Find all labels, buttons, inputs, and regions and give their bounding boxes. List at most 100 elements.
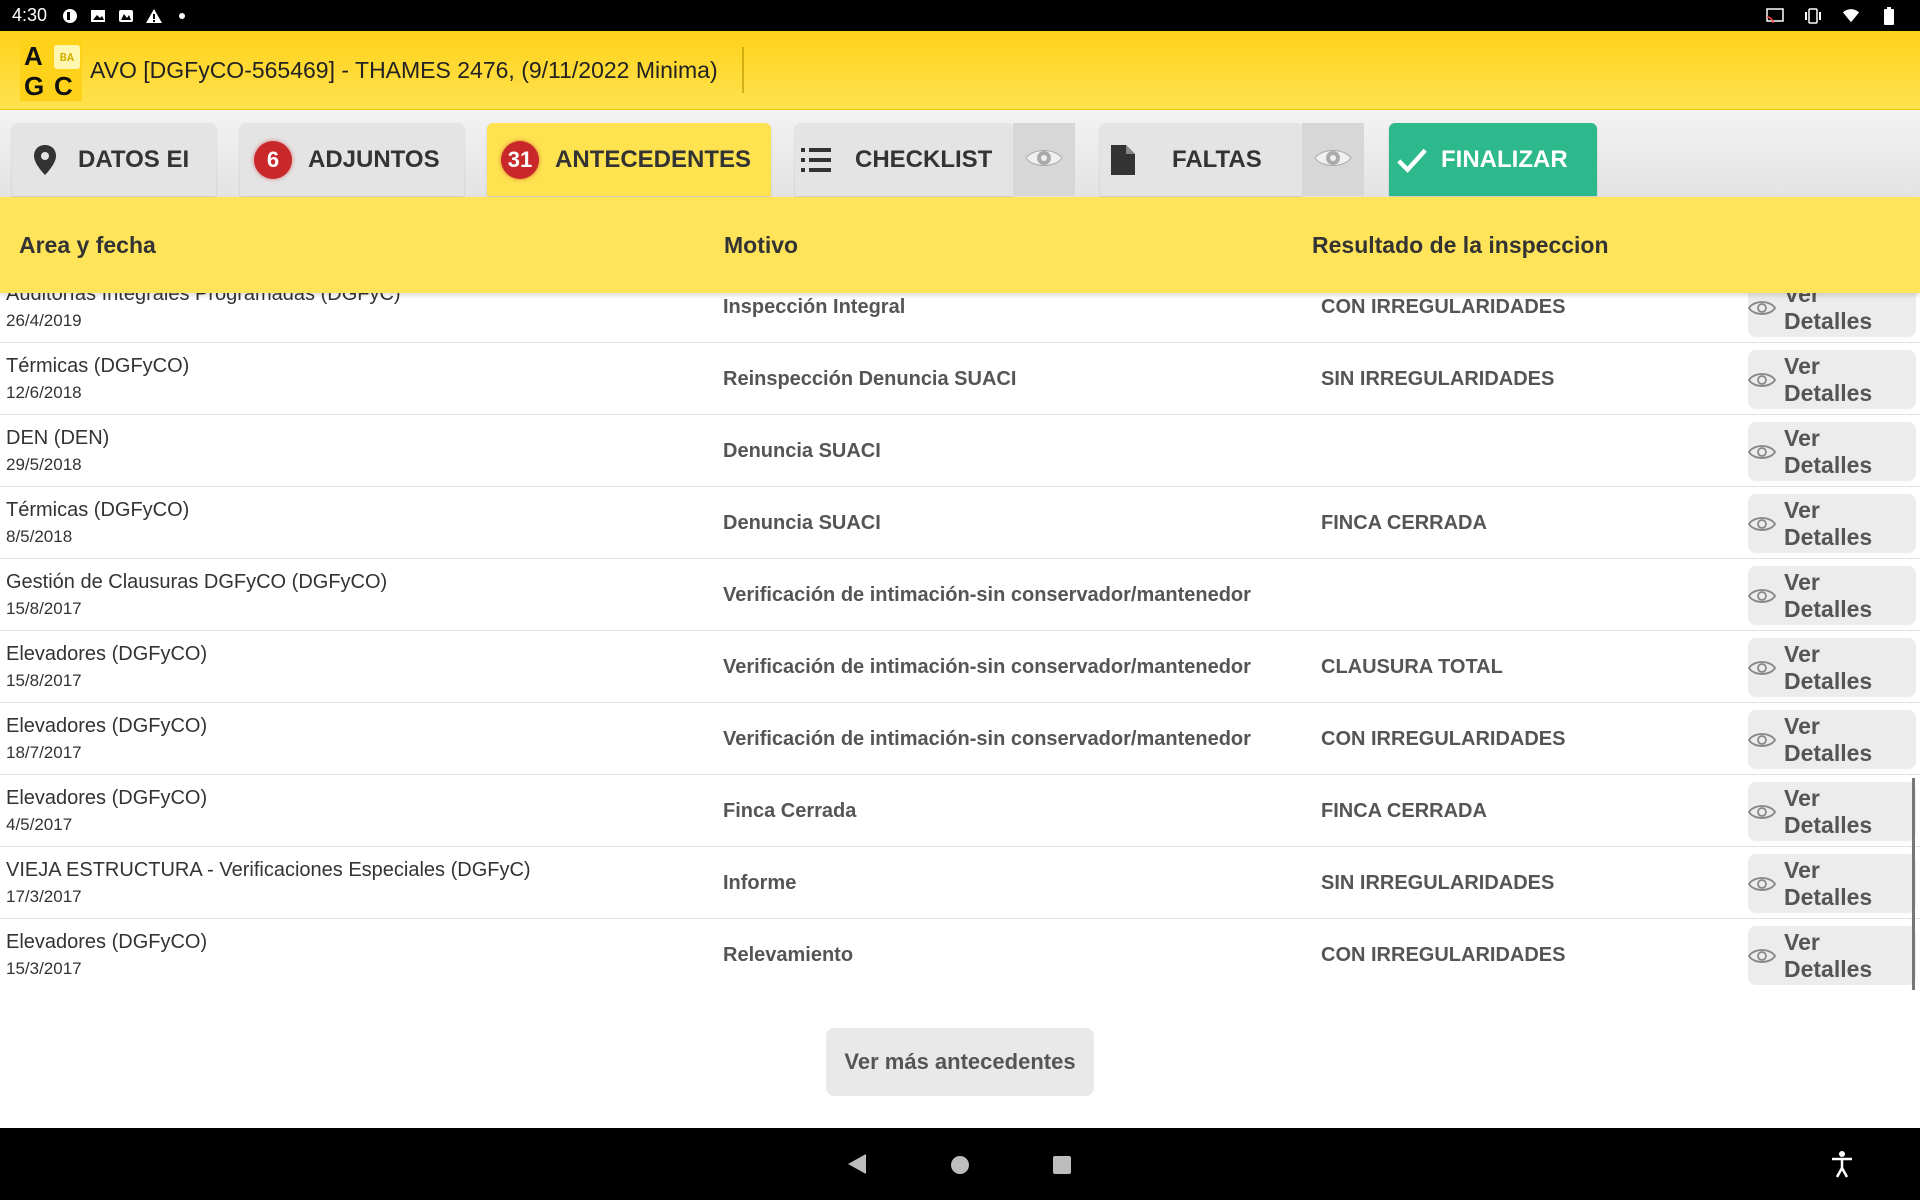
row-motivo: Reinspección Denuncia SUACI xyxy=(723,368,1017,390)
table-row: Auditorías Integrales Programadas (DGFyC… xyxy=(0,293,1920,343)
row-area: Auditorías Integrales Programadas (DGFyC… xyxy=(6,293,401,305)
header-resultado: Resultado de la inspeccion xyxy=(1312,231,1609,258)
tab-datos-ei-label: DATOS EI xyxy=(78,145,190,173)
list-scrollbar[interactable] xyxy=(1912,778,1915,990)
accessibility-icon[interactable] xyxy=(1830,1150,1854,1182)
row-motivo: Relevamiento xyxy=(723,944,854,966)
ver-detalles-label: Ver Detalles xyxy=(1784,712,1873,766)
eye-icon xyxy=(1748,803,1776,821)
ver-detalles-label: Ver Detalles xyxy=(1784,293,1873,334)
tab-bar: DATOS EI 6 ADJUNTOS 31 ANTECEDENTES CHEC… xyxy=(0,110,1920,197)
row-area: Gestión de Clausuras DGFyCO (DGFyCO) xyxy=(6,571,388,593)
tab-checklist-label: CHECKLIST xyxy=(855,145,993,173)
status-right-icons xyxy=(1766,6,1908,25)
ver-detalles-button[interactable]: Ver Detalles xyxy=(1748,350,1916,409)
row-area: Térmicas (DGFyCO) xyxy=(6,499,190,521)
eye-icon xyxy=(1748,731,1776,749)
ver-detalles-label: Ver Detalles xyxy=(1784,496,1873,550)
faltas-preview-button[interactable] xyxy=(1302,123,1364,196)
row-date: 26/4/2019 xyxy=(6,311,82,330)
logo-ba-mark: BA xyxy=(54,45,80,69)
ver-detalles-button[interactable]: Ver Detalles xyxy=(1748,566,1916,625)
ver-detalles-button[interactable]: Ver Detalles xyxy=(1748,926,1916,985)
ver-detalles-label: Ver Detalles xyxy=(1784,856,1873,910)
wifi-icon xyxy=(1842,7,1860,25)
logo-letter-a: A xyxy=(24,41,43,71)
eye-icon xyxy=(1748,875,1776,893)
eye-icon xyxy=(1748,587,1776,605)
header-motivo: Motivo xyxy=(724,231,799,258)
eye-icon xyxy=(1025,146,1063,174)
table-row: Térmicas (DGFyCO) 12/6/2018 Reinspección… xyxy=(0,343,1920,415)
header-area-fecha: Area y fecha xyxy=(19,231,156,258)
antecedentes-list[interactable]: Auditorías Integrales Programadas (DGFyC… xyxy=(0,293,1920,993)
status-time: 4:30 xyxy=(12,5,48,25)
row-resultado: FINCA CERRADA xyxy=(1321,800,1487,822)
eye-icon xyxy=(1748,371,1776,389)
ver-detalles-button[interactable]: Ver Detalles xyxy=(1748,494,1916,553)
tab-datos-ei[interactable]: DATOS EI xyxy=(12,123,216,196)
tab-adjuntos-label: ADJUNTOS xyxy=(308,145,440,173)
ver-mas-antecedentes-button[interactable]: Ver más antecedentes xyxy=(826,1028,1094,1096)
photo-notification-icon xyxy=(117,7,135,25)
table-row: Elevadores (DGFyCO) 15/8/2017 Verificaci… xyxy=(0,631,1920,703)
location-pin-icon xyxy=(30,144,60,175)
ver-detalles-label: Ver Detalles xyxy=(1784,424,1873,478)
system-navigation-bar xyxy=(0,1128,1920,1200)
logo-letter-c: C xyxy=(54,71,73,101)
home-icon[interactable] xyxy=(951,1156,969,1174)
ver-detalles-button[interactable]: Ver Detalles xyxy=(1748,782,1916,841)
eye-icon xyxy=(1748,947,1776,965)
tab-checklist[interactable]: CHECKLIST xyxy=(795,123,1013,196)
row-area: Elevadores (DGFyCO) xyxy=(6,787,208,809)
ver-detalles-button[interactable]: Ver Detalles xyxy=(1748,710,1916,769)
eye-icon xyxy=(1314,146,1352,174)
ver-detalles-button[interactable]: Ver Detalles xyxy=(1748,854,1916,913)
checklist-preview-button[interactable] xyxy=(1013,123,1075,196)
row-resultado: CON IRREGULARIDADES xyxy=(1321,944,1566,966)
row-area: Térmicas (DGFyCO) xyxy=(6,355,190,377)
ver-detalles-button[interactable]: Ver Detalles xyxy=(1748,422,1916,481)
tab-antecedentes[interactable]: 31 ANTECEDENTES xyxy=(487,123,771,196)
back-icon[interactable] xyxy=(846,1152,868,1180)
row-date: 15/8/2017 xyxy=(6,671,82,690)
recents-icon[interactable] xyxy=(1053,1156,1071,1174)
row-area: Elevadores (DGFyCO) xyxy=(6,931,208,953)
warning-icon xyxy=(145,7,163,25)
vibrate-icon xyxy=(1804,7,1822,25)
app-header: A G C BA AVO [DGFyCO-565469] - THAMES 24… xyxy=(0,31,1920,110)
row-date: 18/7/2017 xyxy=(6,743,82,762)
battery-icon xyxy=(1880,6,1898,25)
row-resultado: SIN IRREGULARIDADES xyxy=(1321,368,1555,390)
row-motivo: Verificación de intimación-sin conservad… xyxy=(723,584,1251,606)
row-date: 15/3/2017 xyxy=(6,959,82,978)
row-motivo: Verificación de intimación-sin conservad… xyxy=(723,728,1251,750)
agc-logo: A G C BA xyxy=(20,39,82,101)
table-row: Elevadores (DGFyCO) 4/5/2017 Finca Cerra… xyxy=(0,775,1920,847)
row-resultado: CLAUSURA TOTAL xyxy=(1321,656,1503,678)
row-motivo: Inspección Integral xyxy=(723,296,906,318)
tab-finalizar[interactable]: FINALIZAR xyxy=(1389,123,1597,196)
adjuntos-count-badge: 6 xyxy=(254,140,292,179)
row-motivo: Denuncia SUACI xyxy=(723,440,881,462)
row-area: VIEJA ESTRUCTURA - Verificaciones Especi… xyxy=(6,859,531,881)
ver-detalles-button[interactable]: Ver Detalles xyxy=(1748,293,1916,337)
ver-detalles-button[interactable]: Ver Detalles xyxy=(1748,638,1916,697)
row-resultado: CON IRREGULARIDADES xyxy=(1321,728,1566,750)
check-icon xyxy=(1397,145,1427,175)
tab-faltas[interactable]: FALTAS xyxy=(1100,123,1302,196)
image-notification-icon xyxy=(89,7,107,25)
document-icon xyxy=(1108,144,1138,175)
logo-letter-g: G xyxy=(24,71,45,101)
row-motivo: Verificación de intimación-sin conservad… xyxy=(723,656,1251,678)
dot-icon xyxy=(173,7,191,25)
row-date: 12/6/2018 xyxy=(6,383,82,402)
tab-adjuntos[interactable]: 6 ADJUNTOS xyxy=(240,123,464,196)
row-area: Elevadores (DGFyCO) xyxy=(6,643,208,665)
eye-icon xyxy=(1748,659,1776,677)
status-bar: 4:30 xyxy=(0,0,1920,31)
table-row: DEN (DEN) 29/5/2018 Denuncia SUACI Ver D… xyxy=(0,415,1920,487)
row-area: Elevadores (DGFyCO) xyxy=(6,715,208,737)
row-resultado: CON IRREGULARIDADES xyxy=(1321,296,1566,318)
title-divider xyxy=(741,47,744,93)
